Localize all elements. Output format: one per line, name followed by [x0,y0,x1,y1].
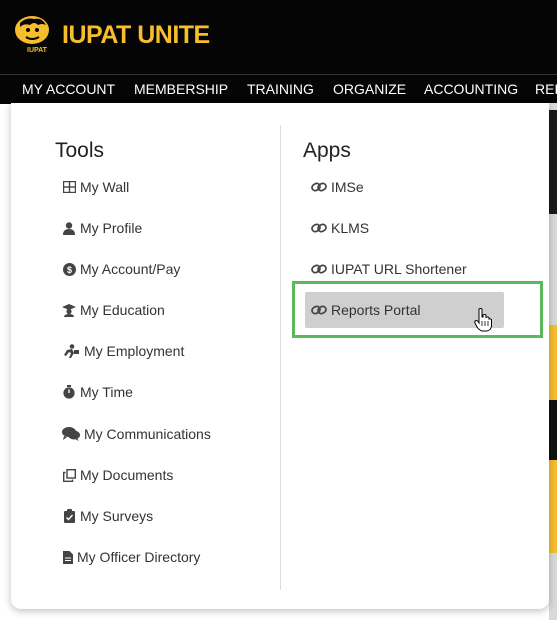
clipboard-icon [62,509,76,523]
menu-item-label: My Communications [84,426,211,442]
apps-heading: Apps [303,139,351,162]
nav-my-account[interactable]: MY ACCOUNT [22,81,115,97]
link-icon [310,262,327,276]
menu-item-my-employment[interactable]: My Employment [62,340,184,362]
iupat-logo[interactable]: IUPAT UNITE IUPAT [12,11,210,59]
menu-item-label: My Time [80,384,133,400]
app-link-klms[interactable]: KLMS [310,217,369,239]
menu-item-my-education[interactable]: My Education [62,299,165,321]
lion-emblem-icon [15,16,49,44]
menu-item-label: My Officer Directory [77,549,201,565]
app-link-iupat-url-shortener[interactable]: IUPAT URL Shortener [310,258,467,280]
menu-item-label: My Documents [80,467,174,483]
user-icon [62,221,76,235]
app-link-label: KLMS [331,220,370,236]
menu-item-my-time[interactable]: My Time [62,381,133,403]
menu-item-my-account-pay[interactable]: $ My Account/Pay [62,258,180,280]
menu-item-my-surveys[interactable]: My Surveys [62,505,153,527]
app-link-imse[interactable]: IMSe [310,176,364,198]
column-divider [280,125,281,590]
page-background-dark [549,110,557,214]
hand-pointer-cursor-icon [474,308,492,337]
menu-item-label: My Employment [84,343,185,359]
menu-item-my-documents[interactable]: My Documents [62,464,173,486]
app-link-label: IMSe [331,179,364,195]
main-nav: MY ACCOUNT MEMBERSHIP TRAINING ORGANIZE … [0,74,557,104]
menu-item-label: My Account/Pay [80,261,181,277]
graduate-icon [62,303,76,317]
menu-item-my-profile[interactable]: My Profile [62,217,142,239]
svg-text:$: $ [66,265,71,275]
tools-heading: Tools [55,139,105,162]
app-link-label: IUPAT URL Shortener [331,261,467,277]
stopwatch-icon [62,385,76,399]
copy-icon [62,468,76,482]
file-icon [62,550,73,564]
page-background-banner-stripe [549,400,557,460]
nav-accounting[interactable]: ACCOUNTING [424,81,518,97]
menu-item-my-officer-directory[interactable]: My Officer Directory [62,546,200,568]
grid-icon [62,180,76,194]
menu-item-my-wall[interactable]: My Wall [62,176,129,198]
menu-item-label: My Wall [80,179,130,195]
comments-icon [62,427,80,441]
nav-membership[interactable]: MEMBERSHIP [134,81,228,97]
menu-item-my-communications[interactable]: My Communications [62,423,211,445]
nav-reports[interactable]: REP [535,81,557,97]
menu-item-label: My Surveys [80,508,154,524]
brand-subtitle: IUPAT [27,47,47,54]
nav-organize[interactable]: ORGANIZE [333,81,406,97]
menu-item-label: My Education [80,302,165,318]
nav-training[interactable]: TRAINING [247,81,314,97]
link-icon [310,180,327,194]
annotation-highlight-box [292,281,543,338]
dollar-circle-icon: $ [62,262,76,276]
menu-item-label: My Profile [80,220,143,236]
worker-icon [62,344,80,358]
link-icon [310,221,327,235]
brand-title: IUPAT UNITE [62,21,210,49]
site-header: IUPAT UNITE IUPAT [0,0,557,74]
